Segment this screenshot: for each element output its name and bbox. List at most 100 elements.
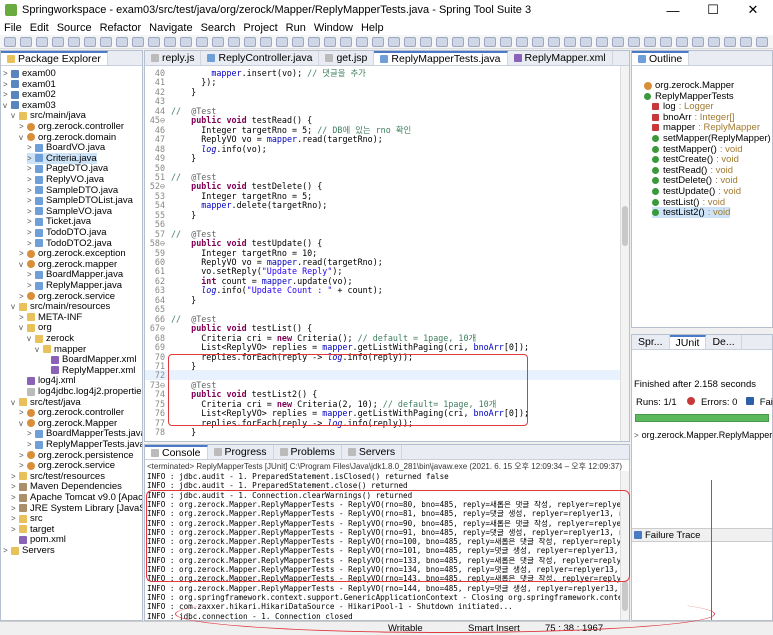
expand-arrow-icon[interactable]: > [11, 492, 19, 503]
tree-item[interactable]: > org.zerock.controller [19, 407, 124, 418]
expand-arrow-icon[interactable]: v [11, 301, 19, 312]
tree-item[interactable]: > BoardVO.java [27, 142, 105, 153]
toolbar-button-icon[interactable] [4, 36, 16, 47]
toolbar-button-icon[interactable] [740, 36, 752, 47]
tree-item[interactable]: v mapper [35, 344, 86, 355]
tree-item[interactable]: > ReplyVO.java [27, 174, 104, 185]
expand-arrow-icon[interactable]: > [19, 248, 27, 259]
tree-item[interactable]: > SampleVO.java [27, 206, 112, 217]
expand-arrow-icon[interactable]: > [27, 174, 35, 185]
code-area[interactable]: 40 mapper.insert(vo); // 댓글을 추가 41 }); 42 … [145, 66, 629, 438]
toolbar-button-icon[interactable] [356, 36, 368, 47]
toolbar-button-icon[interactable] [212, 36, 224, 47]
tree-item[interactable]: > exam00 [3, 68, 56, 79]
expand-arrow-icon[interactable]: v [19, 132, 27, 143]
tree-item[interactable]: > org.zerock.exception [19, 248, 126, 259]
toolbar-button-icon[interactable] [196, 36, 208, 47]
menu-window[interactable]: Window [310, 22, 357, 34]
maximize-button[interactable]: ☐ [693, 0, 733, 20]
editor-tab[interactable]: ReplyMapper.xml [508, 51, 613, 65]
expand-arrow-icon[interactable]: v [19, 322, 27, 333]
tree-item[interactable]: > src/test/resources [11, 471, 105, 482]
tree-item[interactable]: v src/main/java [11, 110, 86, 121]
expand-arrow-icon[interactable]: > [19, 121, 27, 132]
expand-arrow-icon[interactable]: > [11, 503, 19, 514]
toolbar-button-icon[interactable] [68, 36, 80, 47]
tree-item[interactable]: v org.zerock.mapper [19, 259, 117, 270]
expand-arrow-icon[interactable]: v [27, 333, 35, 344]
expand-arrow-icon[interactable]: > [27, 439, 35, 450]
tree-item[interactable]: > BoardMapper.java [27, 269, 123, 280]
expand-arrow-icon[interactable]: > [27, 216, 35, 227]
toolbar-button-icon[interactable] [500, 36, 512, 47]
toolbar-button-icon[interactable] [180, 36, 192, 47]
expand-arrow-icon[interactable]: v [3, 100, 11, 111]
minimize-button[interactable]: — [653, 0, 693, 20]
toolbar-button-icon[interactable] [404, 36, 416, 47]
tree-item[interactable]: v org.zerock.domain [19, 132, 116, 143]
console-tab[interactable]: Servers [342, 445, 403, 459]
toolbar-button-icon[interactable] [548, 36, 560, 47]
expand-arrow-icon[interactable]: > [27, 428, 35, 439]
toolbar-button-icon[interactable] [340, 36, 352, 47]
expand-arrow-icon[interactable]: > [27, 206, 35, 217]
console-tab[interactable]: Progress [208, 445, 274, 459]
tab-outline[interactable]: Outline [632, 51, 690, 65]
outline-item[interactable]: ReplyMapperTests [644, 91, 737, 102]
toolbar-button-icon[interactable] [468, 36, 480, 47]
toolbar-button-icon[interactable] [52, 36, 64, 47]
tree-item[interactable]: > META-INF [19, 312, 82, 323]
toolbar-button-icon[interactable] [676, 36, 688, 47]
toolbar-button-icon[interactable] [516, 36, 528, 47]
toolbar-button-icon[interactable] [452, 36, 464, 47]
outline-item[interactable]: bnoArr: Integer[] [652, 112, 735, 123]
toolbar-button-icon[interactable] [580, 36, 592, 47]
expand-arrow-icon[interactable]: > [27, 269, 35, 280]
tree-item[interactable]: > TodoDTO.java [27, 227, 107, 238]
junit-tab[interactable]: JUnit [669, 335, 707, 349]
expand-arrow-icon[interactable]: > [27, 280, 35, 291]
expand-arrow-icon[interactable]: > [27, 142, 35, 153]
tree-item[interactable]: > Maven Dependencies [11, 481, 122, 492]
expand-arrow-icon[interactable]: > [11, 524, 19, 535]
menu-refactor[interactable]: Refactor [96, 22, 146, 34]
tree-item[interactable]: > org.zerock.controller [19, 121, 124, 132]
outline-item[interactable]: testUpdate(): void [652, 186, 741, 197]
toolbar-button-icon[interactable] [692, 36, 704, 47]
toolbar-button-icon[interactable] [628, 36, 640, 47]
toolbar-button-icon[interactable] [228, 36, 240, 47]
toolbar-button-icon[interactable] [484, 36, 496, 47]
tab-package-explorer[interactable]: Package Explorer [1, 51, 108, 65]
expand-arrow-icon[interactable]: > [19, 291, 27, 302]
toolbar-button-icon[interactable] [308, 36, 320, 47]
tree-item[interactable]: > org.zerock.service [19, 460, 115, 471]
toolbar-button-icon[interactable] [148, 36, 160, 47]
toolbar-button-icon[interactable] [420, 36, 432, 47]
toolbar-button-icon[interactable] [276, 36, 288, 47]
expand-arrow-icon[interactable]: v [19, 259, 27, 270]
editor-tab[interactable]: reply.js [145, 51, 202, 65]
expand-arrow-icon[interactable]: > [3, 545, 11, 556]
toolbar-button-icon[interactable] [436, 36, 448, 47]
expand-arrow-icon[interactable]: > [3, 79, 11, 90]
toolbar-button-icon[interactable] [100, 36, 112, 47]
outline-item[interactable]: testList(): void [652, 197, 725, 208]
console-output[interactable]: INFO : jdbc.audit - 1. PreparedStatement… [145, 471, 621, 620]
tree-item[interactable]: > Apache Tomcat v9.0 [Apache Tom [11, 492, 142, 503]
toolbar-button-icon[interactable] [84, 36, 96, 47]
outline-item[interactable]: testList2(): void [652, 207, 731, 219]
tree-item[interactable]: > Criteria.java [27, 152, 97, 164]
toolbar-button-icon[interactable] [324, 36, 336, 47]
editor-scrollbar[interactable] [620, 66, 629, 441]
expand-arrow-icon[interactable]: > [27, 195, 35, 206]
outline-item[interactable]: testRead(): void [652, 165, 733, 176]
toolbar-button-icon[interactable] [372, 36, 384, 47]
tree-item[interactable]: > PageDTO.java [27, 163, 108, 174]
expand-arrow-icon[interactable]: > [11, 481, 19, 492]
menu-run[interactable]: Run [282, 22, 310, 34]
menu-source[interactable]: Source [53, 22, 96, 34]
tree-item[interactable]: > src [11, 513, 43, 524]
menu-project[interactable]: Project [239, 22, 281, 34]
tree-item[interactable]: > Ticket.java [27, 216, 91, 227]
tree-item[interactable]: ReplyMapper.xml [43, 365, 135, 376]
